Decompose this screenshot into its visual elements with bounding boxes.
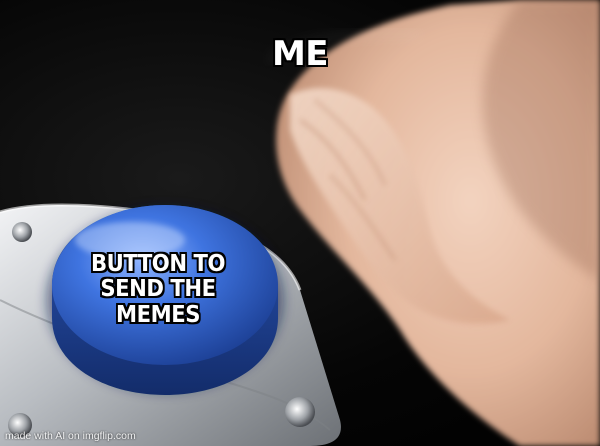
imgflip-watermark: made with AI on imgflip.com bbox=[5, 430, 136, 442]
screw-icon bbox=[12, 222, 32, 242]
button-caption: BUTTON TO SEND THE MEMES bbox=[90, 251, 226, 328]
meme-image: ME BUTTON TO SEND THE MEMES made with AI… bbox=[0, 0, 600, 446]
top-caption: ME bbox=[271, 34, 329, 74]
screw-icon bbox=[285, 397, 315, 427]
